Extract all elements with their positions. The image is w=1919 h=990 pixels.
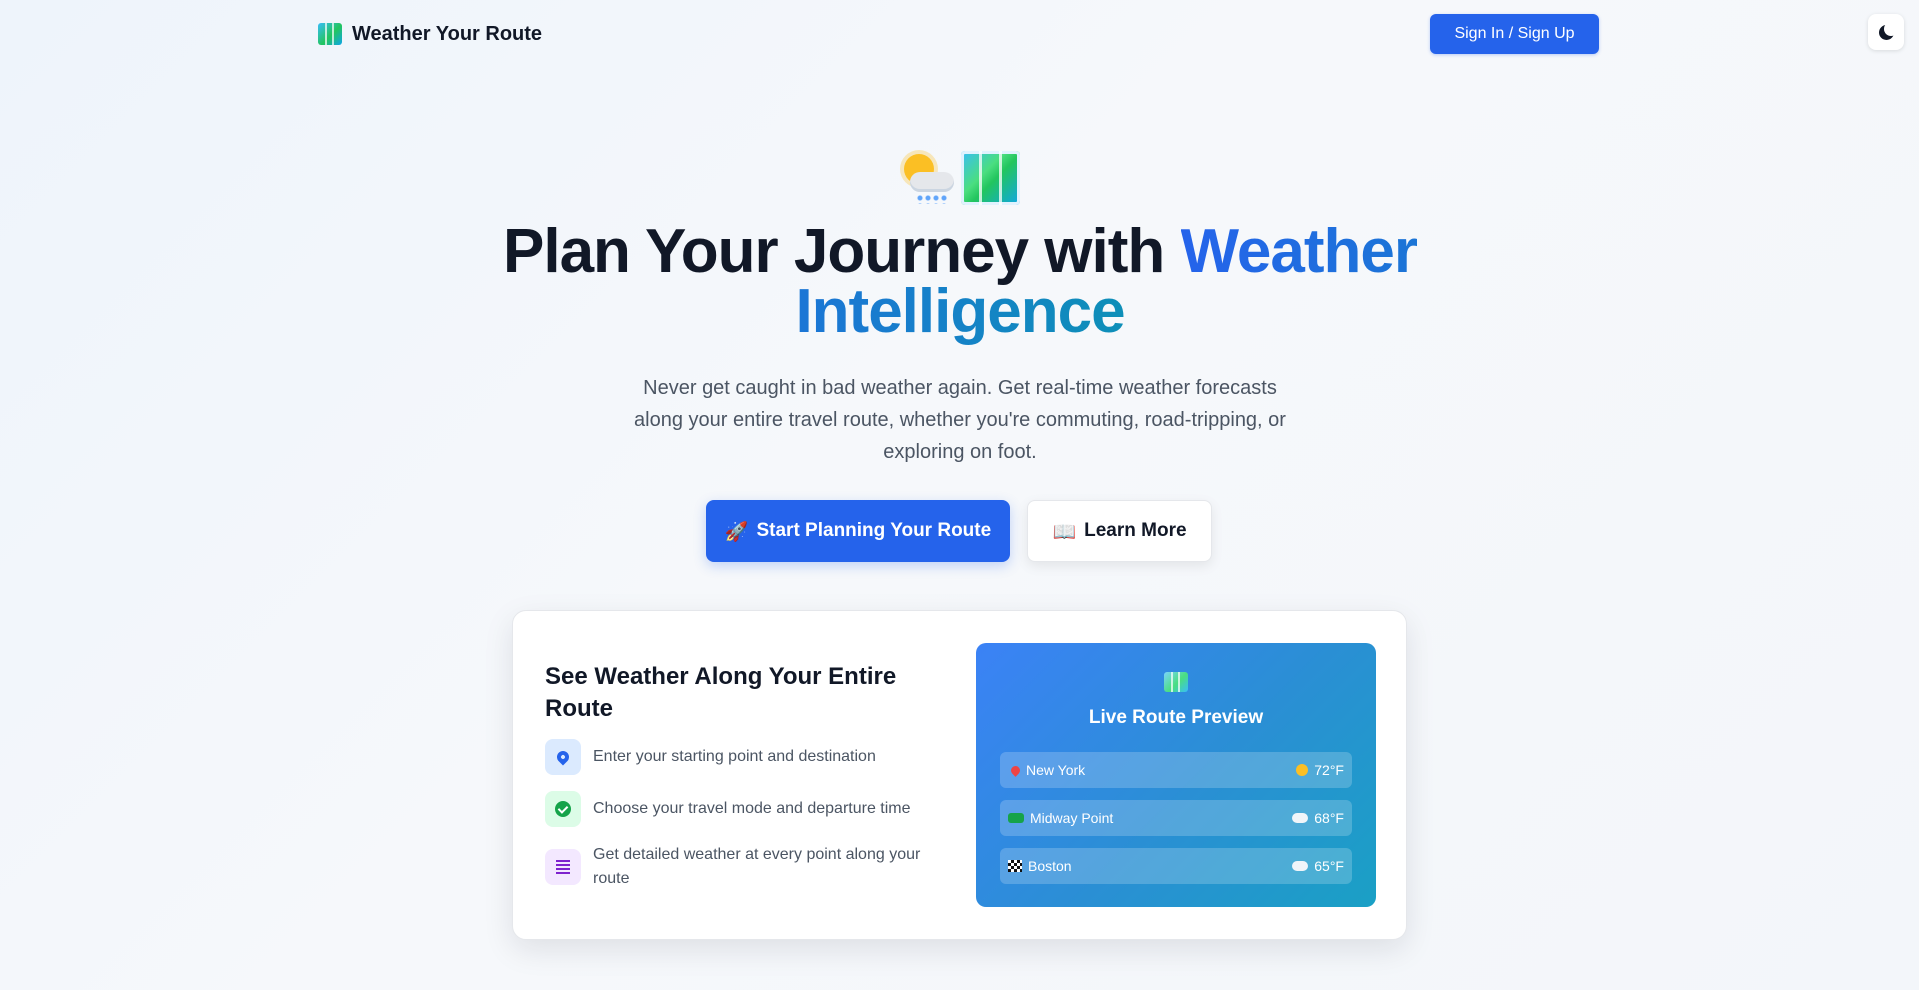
pin-icon <box>1009 763 1022 777</box>
location-pin-icon <box>545 739 581 775</box>
route-temp: 65°F <box>1314 858 1344 874</box>
car-icon <box>1008 813 1024 823</box>
route-temp: 72°F <box>1314 762 1344 778</box>
map-icon <box>961 151 1020 205</box>
rocket-icon: 🚀 <box>724 520 749 543</box>
route-place: New York <box>1026 762 1086 778</box>
step-text: Enter your starting point and destinatio… <box>593 748 876 765</box>
hero-title-main: Plan Your Journey with <box>503 217 1181 286</box>
hero-emoji-group <box>900 148 1020 208</box>
preview-title: Live Route Preview <box>1088 707 1264 728</box>
start-planning-button[interactable]: 🚀 Start Planning Your Route <box>706 500 1010 562</box>
theme-toggle-button[interactable] <box>1868 14 1904 50</box>
list-item: Choose your travel mode and departure ti… <box>545 791 945 827</box>
partly-cloudy-icon <box>1292 813 1309 823</box>
learn-more-button[interactable]: 📖 Learn More <box>1027 500 1212 562</box>
route-place: Midway Point <box>1030 810 1114 826</box>
route-row-midway: Midway Point 68°F <box>1000 800 1352 836</box>
feature-title: See Weather Along Your Entire Route <box>545 663 897 722</box>
checkered-flag-icon <box>1008 860 1022 872</box>
book-icon: 📖 <box>1052 520 1077 543</box>
sun-cloud-rain-icon <box>900 150 955 206</box>
hero-subtitle: Never get caught in bad weather again. G… <box>634 377 1286 463</box>
map-icon <box>318 23 342 45</box>
brand-name: Weather Your Route <box>352 22 543 45</box>
list-item: Enter your starting point and destinatio… <box>545 739 945 775</box>
feature-card: See Weather Along Your Entire Route Ente… <box>512 610 1407 940</box>
route-row-end: Boston 65°F <box>1000 848 1352 884</box>
step-text: Choose your travel mode and departure ti… <box>593 800 911 817</box>
step-text: Get detailed weather at every point alon… <box>593 846 921 887</box>
list-item: Get detailed weather at every point alon… <box>545 843 945 891</box>
cloud-icon <box>1292 861 1309 871</box>
route-place: Boston <box>1028 858 1072 874</box>
list-icon <box>545 849 581 885</box>
learn-more-label: Learn More <box>1084 520 1187 541</box>
route-temp: 68°F <box>1314 810 1344 826</box>
feature-steps: Enter your starting point and destinatio… <box>545 739 945 907</box>
check-circle-icon <box>545 791 581 827</box>
hero-title: Plan Your Journey with Weather Intellige… <box>360 221 1560 343</box>
start-planning-label: Start Planning Your Route <box>756 520 992 541</box>
map-icon <box>1164 672 1188 692</box>
brand-logo[interactable]: Weather Your Route <box>318 20 542 48</box>
sign-in-button[interactable]: Sign In / Sign Up <box>1430 14 1599 54</box>
route-preview-panel: Live Route Preview New York 72°F Midway … <box>976 643 1376 907</box>
sun-icon <box>1296 764 1309 776</box>
route-row-start: New York 72°F <box>1000 752 1352 788</box>
moon-icon <box>1878 21 1898 40</box>
top-nav: Weather Your Route Sign In / Sign Up <box>0 0 1919 68</box>
